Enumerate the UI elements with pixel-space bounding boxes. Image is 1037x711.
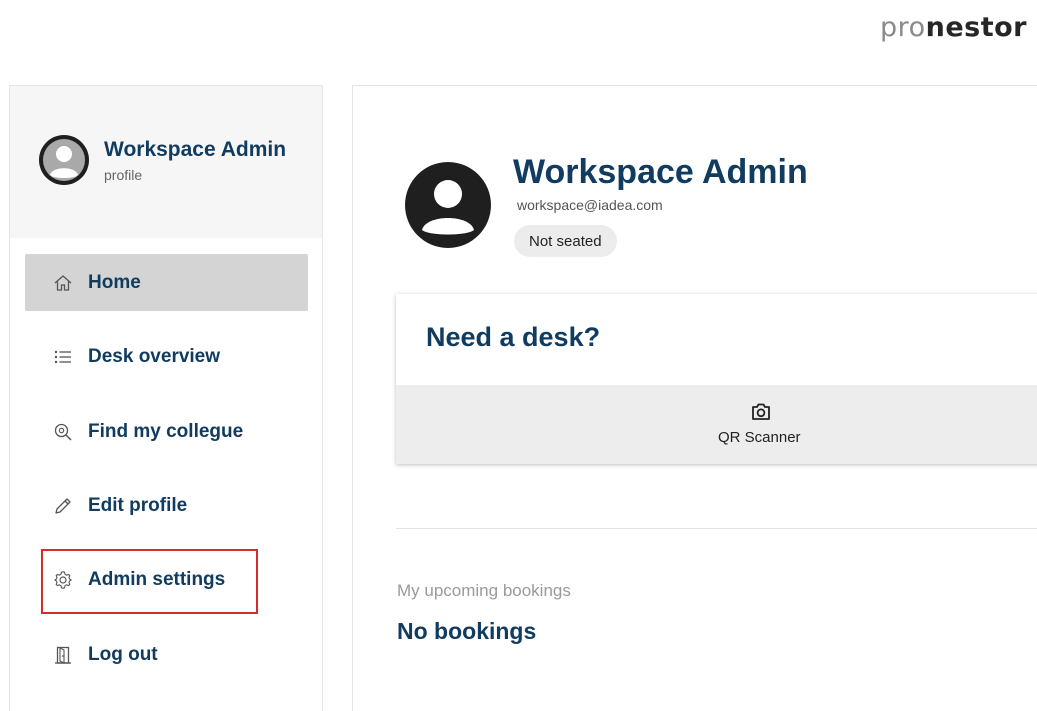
- upcoming-bookings-label: My upcoming bookings: [397, 581, 571, 600]
- pencil-icon: [52, 495, 74, 517]
- logo-part-pro: pro: [879, 12, 926, 43]
- sidebar-item-home[interactable]: Home: [25, 254, 308, 311]
- door-icon: [52, 644, 74, 666]
- sidebar-item-label: Find my collegue: [88, 420, 244, 442]
- no-bookings-text: No bookings: [397, 618, 537, 644]
- logo-part-nestor: nestor: [925, 12, 1027, 43]
- sidebar-profile-name: Workspace Admin: [104, 138, 287, 161]
- avatar-icon: [39, 135, 89, 185]
- sidebar-profile-sub: profile: [104, 167, 143, 183]
- avatar-icon: [405, 162, 491, 248]
- sidebar-profile[interactable]: Workspace Admin profile: [10, 86, 322, 238]
- sidebar-item-label: Log out: [88, 643, 158, 665]
- sidebar-item-edit-profile[interactable]: Edit profile: [25, 477, 308, 534]
- camera-icon: [750, 401, 772, 423]
- sidebar-item-label: Home: [88, 271, 141, 293]
- qr-scanner-button[interactable]: QR Scanner: [396, 385, 1037, 464]
- need-desk-card: Need a desk? QR Scanner: [396, 294, 1037, 464]
- desk-card-title: Need a desk?: [426, 322, 601, 352]
- divider: [396, 528, 1037, 529]
- sidebar-item-label: Desk overview: [88, 345, 221, 367]
- user-name: Workspace Admin: [513, 153, 808, 191]
- main-panel: Workspace Admin workspace@iadea.com Not …: [352, 85, 1037, 711]
- search-icon: [52, 421, 74, 443]
- sidebar: Workspace Admin profile Home Desk overvi…: [9, 85, 323, 711]
- page: pronestor Workspace Admin profile Home D…: [0, 0, 1037, 711]
- list-icon: [52, 346, 74, 368]
- sidebar-item-label: Edit profile: [88, 494, 188, 516]
- qr-scanner-label: QR Scanner: [718, 429, 801, 446]
- admin-settings-highlight: [41, 549, 258, 614]
- sidebar-item-desk-overview[interactable]: Desk overview: [25, 328, 308, 385]
- status-badge: Not seated: [514, 225, 617, 257]
- user-email: workspace@iadea.com: [517, 197, 663, 213]
- home-icon: [52, 272, 74, 294]
- sidebar-item-find-colleague[interactable]: Find my collegue: [25, 403, 308, 460]
- pronestor-logo: pronestor: [880, 8, 1027, 48]
- sidebar-item-log-out[interactable]: Log out: [25, 626, 308, 683]
